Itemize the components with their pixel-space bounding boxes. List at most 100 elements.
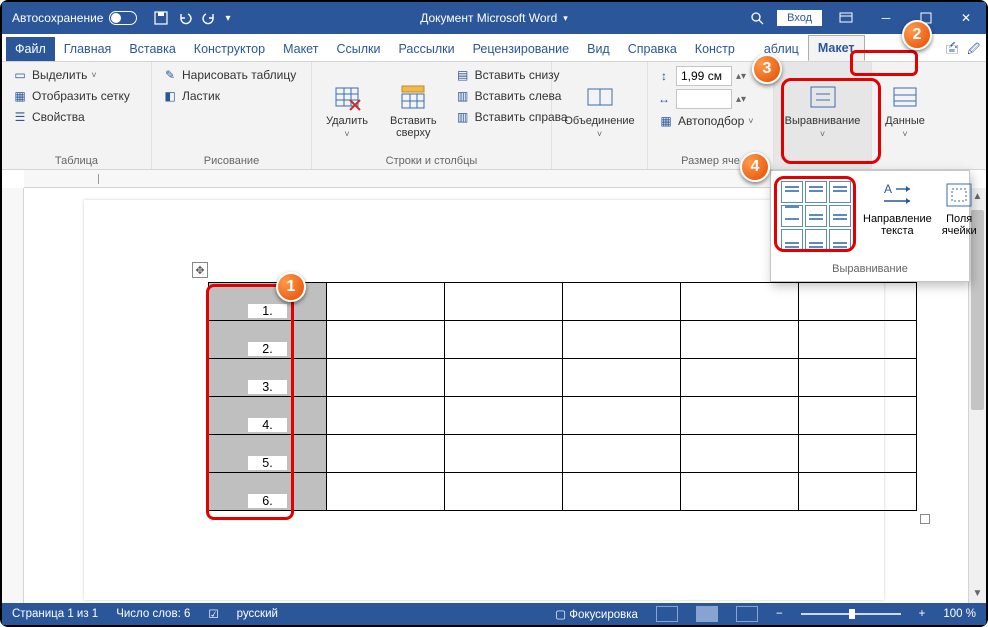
align-top-left[interactable]: .align-cell[data-name=align-top-left]::b… (781, 181, 803, 203)
properties-button[interactable]: ☰Свойства (10, 108, 132, 126)
table-cell[interactable] (799, 359, 917, 397)
merge-button[interactable]: Объединение˅ (558, 66, 640, 153)
share-icon[interactable]: 🖆 (945, 40, 959, 61)
zoom-in[interactable]: + (919, 608, 926, 620)
table-cell[interactable] (327, 473, 445, 511)
spellcheck-icon[interactable]: ☑ (208, 607, 218, 621)
tab-references[interactable]: Ссылки (327, 37, 389, 61)
table-cell[interactable] (681, 435, 799, 473)
col-width-field[interactable]: ↔ ▴▾ (656, 89, 756, 109)
table-cell[interactable] (327, 359, 445, 397)
align-bottom-right[interactable]: .align-cell[data-name=align-bottom-right… (829, 229, 851, 251)
comments-icon[interactable]: 🖉 (967, 40, 980, 61)
redo-icon[interactable] (201, 10, 217, 26)
tab-mailings[interactable]: Рассылки (389, 37, 463, 61)
delete-button[interactable]: Удалить˅ (320, 66, 374, 153)
tab-home[interactable]: Главная (55, 37, 121, 61)
table-cell[interactable]: 3. (209, 359, 327, 397)
table-cell[interactable]: 1. (209, 283, 327, 321)
eraser-button[interactable]: ◧Ластик (160, 87, 298, 105)
close-button[interactable]: ✕ (946, 2, 986, 34)
table-cell[interactable] (799, 321, 917, 359)
table-cell[interactable] (799, 397, 917, 435)
table-resize-handle[interactable] (920, 514, 930, 524)
table-cell[interactable] (563, 283, 681, 321)
tab-insert[interactable]: Вставка (120, 37, 184, 61)
align-top-right[interactable]: .align-cell[data-name=align-top-right]::… (829, 181, 851, 203)
document-table[interactable]: 1.2.3.4.5.6. (208, 282, 917, 511)
table-cell[interactable] (563, 359, 681, 397)
select-button[interactable]: ▭Выделить ˅ (10, 66, 132, 84)
align-middle-right[interactable]: .align-cell[data-name=align-middle-right… (829, 205, 851, 227)
page-status[interactable]: Страница 1 из 1 (12, 608, 98, 620)
login-button[interactable]: Вход (777, 10, 822, 26)
autofit-button[interactable]: ▦Автоподбор ˅ (656, 112, 756, 130)
focus-mode[interactable]: ▢ Фокусировка (555, 607, 638, 621)
table-cell[interactable] (327, 397, 445, 435)
tab-layout[interactable]: Макет (274, 37, 327, 61)
minimize-button[interactable]: ─ (866, 2, 906, 34)
table-cell[interactable] (445, 473, 563, 511)
row-height-input[interactable] (676, 66, 732, 86)
align-middle-left[interactable]: .align-cell[data-name=align- middle-left… (781, 205, 803, 227)
word-count[interactable]: Число слов: 6 (116, 608, 190, 620)
table-cell[interactable] (327, 321, 445, 359)
zoom-slider[interactable] (801, 613, 901, 615)
tab-view[interactable]: Вид (578, 37, 619, 61)
row-height-field[interactable]: ↕ ▴▾ (656, 66, 756, 86)
ribbon-display-icon[interactable] (826, 2, 866, 34)
col-width-input[interactable] (676, 89, 732, 109)
undo-icon[interactable] (177, 10, 193, 26)
table-cell[interactable] (445, 397, 563, 435)
table-cell[interactable] (445, 283, 563, 321)
scroll-down-arrow[interactable]: ▼ (969, 585, 986, 603)
align-top-center[interactable]: .align-cell[data-name=align-top-center]:… (805, 181, 827, 203)
table-cell[interactable]: 2. (209, 321, 327, 359)
search-icon[interactable] (737, 2, 777, 34)
data-button[interactable]: Данные˅ (879, 66, 931, 153)
table-cell[interactable] (799, 283, 917, 321)
table-cell[interactable] (327, 435, 445, 473)
draw-table-button[interactable]: ✎Нарисовать таблицу (160, 66, 298, 84)
zoom-level[interactable]: 100 % (943, 608, 976, 620)
tab-table-layout[interactable]: Макет (808, 35, 865, 61)
tab-table-design[interactable]: Констр (686, 37, 744, 61)
tab-review[interactable]: Рецензирование (464, 37, 579, 61)
align-bottom-left[interactable]: .align-cell[data-name=align-bottom-left]… (781, 229, 803, 251)
table-cell[interactable] (563, 435, 681, 473)
tab-design[interactable]: Конструктор (185, 37, 274, 61)
print-layout-view[interactable] (696, 606, 718, 622)
table-cell[interactable] (799, 435, 917, 473)
table-cell[interactable] (681, 359, 799, 397)
table-cell[interactable] (445, 359, 563, 397)
web-layout-view[interactable] (736, 606, 758, 622)
align-middle-center[interactable]: .align-cell[data-name=align-middle-cente… (805, 205, 827, 227)
tab-help[interactable]: Справка (619, 37, 686, 61)
view-gridlines-button[interactable]: ▦Отобразить сетку (10, 87, 132, 105)
insert-above-button[interactable]: Вставить сверху (384, 66, 443, 153)
table-cell[interactable] (563, 473, 681, 511)
read-mode-view[interactable] (656, 606, 678, 622)
table-cell[interactable] (327, 283, 445, 321)
cell-margins-button[interactable]: Поля ячейки (942, 179, 977, 253)
alignment-button[interactable]: Выравнивание˅ (779, 66, 867, 153)
align-bottom-center[interactable]: .align-cell[data-name=align-bottom-cente… (805, 229, 827, 251)
table-cell[interactable] (681, 473, 799, 511)
table-move-handle[interactable]: ✥ (192, 262, 208, 278)
table-cell[interactable]: 5. (209, 435, 327, 473)
table-cell[interactable] (445, 435, 563, 473)
table-cell[interactable] (563, 397, 681, 435)
vertical-ruler[interactable] (2, 188, 24, 603)
table-cell[interactable] (681, 397, 799, 435)
zoom-out[interactable]: − (776, 608, 783, 620)
table-cell[interactable]: 6. (209, 473, 327, 511)
language-status[interactable]: русский (237, 608, 278, 620)
autosave-toggle[interactable] (109, 11, 137, 25)
table-cell[interactable] (681, 321, 799, 359)
text-direction-button[interactable]: A Направление текста (863, 179, 932, 253)
table-cell[interactable]: 4. (209, 397, 327, 435)
table-cell[interactable] (681, 283, 799, 321)
table-cell[interactable] (563, 321, 681, 359)
table-cell[interactable] (799, 473, 917, 511)
table-cell[interactable] (445, 321, 563, 359)
